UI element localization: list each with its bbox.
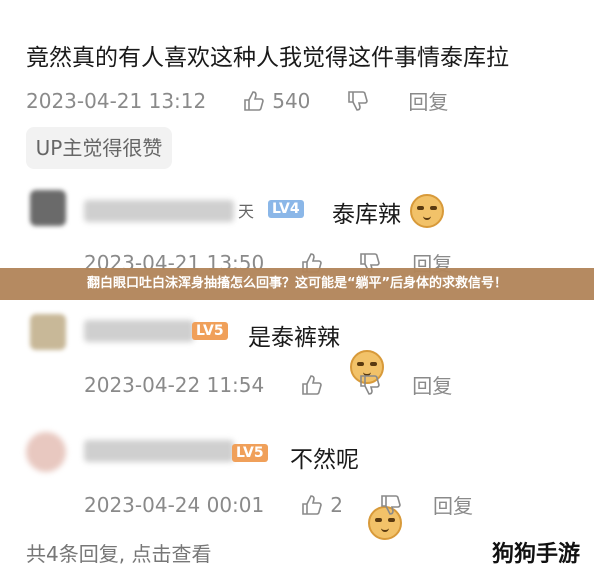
reply-text: 泰库辣 bbox=[332, 202, 401, 228]
ad-banner[interactable]: 翻白眼口吐白沫浑身抽搐怎么回事？这可能是“躺平”后身体的求救信号！ bbox=[0, 268, 594, 300]
thumb-down-icon[interactable] bbox=[346, 90, 369, 112]
avatar[interactable] bbox=[30, 190, 66, 226]
comment-text: 竟然真的有人喜欢这种人我觉得这件事情泰库拉 bbox=[26, 45, 509, 71]
reply-meta: 2023-04-24 00:01 2 回复 bbox=[84, 490, 473, 519]
like-count: 2 bbox=[330, 492, 343, 517]
username[interactable] bbox=[84, 200, 234, 222]
avatar[interactable] bbox=[30, 314, 66, 350]
reply-button[interactable]: 回复 bbox=[408, 86, 448, 115]
thumb-up-icon[interactable] bbox=[300, 494, 323, 516]
comment-timestamp: 2023-04-21 13:12 bbox=[26, 88, 207, 113]
username[interactable] bbox=[84, 320, 194, 342]
reply-meta: 2023-04-22 11:54 回复 bbox=[84, 370, 452, 399]
view-all-replies-link[interactable]: 共4条回复, 点击查看 bbox=[26, 538, 211, 567]
level-badge: LV4 bbox=[268, 200, 304, 218]
reply-button[interactable]: 回复 bbox=[433, 490, 473, 519]
thumb-down-icon[interactable] bbox=[379, 494, 401, 516]
thumb-down-icon[interactable] bbox=[358, 374, 381, 396]
reply-timestamp: 2023-04-24 00:01 bbox=[84, 492, 265, 517]
comment-meta: 2023-04-21 13:12 540 回复 bbox=[26, 86, 448, 115]
level-badge: LV5 bbox=[192, 322, 228, 340]
doge-emoji-icon bbox=[410, 194, 444, 228]
site-watermark: 狗狗手游 bbox=[491, 542, 580, 567]
reply-text: 不然呢 bbox=[290, 447, 359, 473]
like-count: 540 bbox=[272, 88, 311, 113]
thumb-up-icon[interactable] bbox=[300, 374, 323, 396]
reply-button[interactable]: 回复 bbox=[412, 370, 452, 399]
username[interactable] bbox=[84, 440, 234, 462]
reply-timestamp: 2023-04-22 11:54 bbox=[84, 372, 265, 397]
thumb-up-icon[interactable] bbox=[242, 90, 265, 112]
up-liked-badge: UP主觉得很赞 bbox=[26, 127, 172, 169]
username-suffix: 天 bbox=[238, 202, 255, 221]
level-badge: LV5 bbox=[232, 444, 268, 462]
reply-text: 是泰裤辣 bbox=[248, 325, 340, 351]
avatar[interactable] bbox=[26, 432, 66, 472]
